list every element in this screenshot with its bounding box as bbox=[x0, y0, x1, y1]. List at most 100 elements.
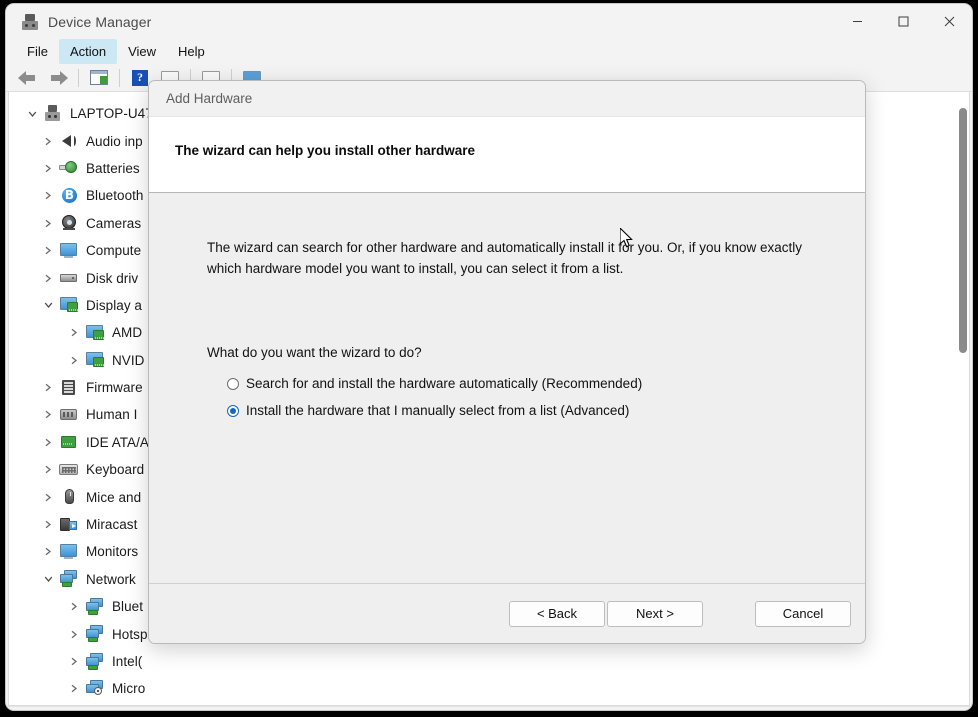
mouse-icon bbox=[59, 488, 79, 506]
monitor-icon bbox=[59, 242, 79, 260]
tree-node-label: Display a bbox=[86, 297, 142, 313]
tree-node-label: Bluet bbox=[112, 599, 144, 615]
dialog-footer: < Back Next > Cancel bbox=[149, 583, 865, 643]
disk-drive-icon bbox=[59, 269, 79, 287]
network-adapter-icon bbox=[85, 597, 105, 616]
add-hardware-dialog: Add Hardware The wizard can help you ins… bbox=[148, 80, 866, 644]
monitor-icon bbox=[59, 543, 79, 561]
toolbar-separator bbox=[78, 68, 79, 87]
tree-node-label: Miracast bbox=[86, 517, 138, 533]
radio-option-automatic[interactable]: Search for and install the hardware auto… bbox=[207, 376, 825, 391]
tree-node-label: Compute bbox=[86, 243, 142, 259]
dialog-body: The wizard can search for other hardware… bbox=[149, 193, 865, 583]
tree-node-label: LAPTOP-U47I bbox=[70, 106, 157, 122]
chevron-right-icon[interactable] bbox=[37, 274, 59, 283]
battery-icon bbox=[59, 159, 79, 177]
tree-node-label: AMD bbox=[112, 325, 143, 341]
dialog-question: What do you want the wizard to do? bbox=[207, 345, 422, 360]
menu-help[interactable]: Help bbox=[167, 39, 216, 64]
tree-node[interactable]: Micro bbox=[9, 675, 939, 702]
chevron-right-icon[interactable] bbox=[37, 219, 59, 228]
tree-node-label: Human I bbox=[86, 407, 138, 423]
chevron-right-icon[interactable] bbox=[37, 547, 59, 556]
tree-node[interactable]: Intel( bbox=[9, 648, 939, 675]
chevron-down-icon[interactable] bbox=[21, 110, 43, 118]
network-adapter-icon bbox=[85, 652, 105, 671]
minimize-button[interactable] bbox=[834, 4, 880, 39]
chevron-right-icon[interactable] bbox=[37, 438, 59, 447]
chevron-right-icon[interactable] bbox=[63, 602, 85, 611]
cancel-button[interactable]: Cancel bbox=[755, 600, 851, 627]
next-button[interactable]: Next > bbox=[607, 600, 703, 627]
forward-button[interactable] bbox=[44, 66, 72, 90]
tree-node-label: Micro bbox=[112, 681, 146, 697]
radio-button-unchecked-icon[interactable] bbox=[227, 377, 239, 390]
scrollbar-thumb[interactable] bbox=[959, 108, 967, 353]
bluetooth-icon: B bbox=[59, 187, 79, 205]
tree-node-label: Batteries bbox=[86, 160, 140, 176]
display-adapter-icon bbox=[85, 324, 105, 342]
radio-option-automatic-label: Search for and install the hardware auto… bbox=[246, 376, 643, 391]
maximize-button[interactable] bbox=[880, 4, 926, 39]
chevron-down-icon[interactable] bbox=[37, 575, 59, 583]
computer-root-icon bbox=[43, 104, 63, 123]
dialog-heading: The wizard can help you install other ha… bbox=[175, 143, 476, 158]
tree-node-label: Monitors bbox=[86, 544, 139, 560]
ide-controller-icon bbox=[59, 433, 79, 451]
tree-node-label: Bluetooth bbox=[86, 188, 144, 204]
dialog-paragraph: The wizard can search for other hardware… bbox=[207, 240, 803, 276]
speaker-icon bbox=[59, 132, 79, 150]
device-manager-icon bbox=[22, 13, 38, 30]
radio-option-manual[interactable]: Install the hardware that I manually sel… bbox=[207, 403, 825, 418]
chevron-right-icon[interactable] bbox=[37, 410, 59, 419]
window-controls bbox=[834, 4, 972, 39]
tree-node-label: Intel( bbox=[112, 654, 143, 669]
window-title: Device Manager bbox=[48, 13, 152, 30]
properties-button[interactable] bbox=[85, 66, 113, 90]
chevron-right-icon[interactable] bbox=[37, 493, 59, 502]
dialog-title: Add Hardware bbox=[166, 91, 253, 106]
tree-node-label: Network bbox=[86, 571, 136, 587]
screen: Device Manager File Action View Help ? L… bbox=[0, 0, 978, 717]
statusbar bbox=[6, 706, 972, 710]
tree-node-label: NVID bbox=[112, 352, 145, 368]
tree-node-label: Disk driv bbox=[86, 270, 139, 286]
back-button[interactable]: < Back bbox=[509, 600, 605, 627]
network-adapter-icon bbox=[85, 625, 105, 643]
firmware-chip-icon bbox=[59, 379, 79, 397]
menu-action[interactable]: Action bbox=[58, 39, 118, 64]
display-adapter-icon bbox=[85, 351, 105, 369]
chevron-right-icon[interactable] bbox=[63, 630, 85, 639]
chevron-right-icon[interactable] bbox=[63, 684, 85, 693]
vertical-scrollbar[interactable] bbox=[958, 104, 968, 679]
chevron-right-icon[interactable] bbox=[37, 191, 59, 200]
chevron-down-icon[interactable] bbox=[37, 301, 59, 309]
chevron-right-icon[interactable] bbox=[37, 383, 59, 392]
chevron-right-icon[interactable] bbox=[37, 465, 59, 474]
camera-icon bbox=[59, 214, 79, 232]
chevron-right-icon[interactable] bbox=[37, 520, 59, 529]
window-titlebar: Device Manager bbox=[6, 4, 972, 39]
dialog-titlebar: Add Hardware bbox=[149, 81, 865, 117]
chevron-right-icon[interactable] bbox=[37, 164, 59, 173]
chevron-right-icon[interactable] bbox=[63, 356, 85, 365]
tree-node-label: IDE ATA/A bbox=[86, 434, 149, 450]
tree-node-label: Firmware bbox=[86, 380, 143, 396]
menu-file[interactable]: File bbox=[16, 39, 59, 64]
radio-option-manual-label: Install the hardware that I manually sel… bbox=[246, 403, 630, 418]
tree-node[interactable]: Micro bbox=[9, 703, 939, 705]
keyboard-icon bbox=[59, 461, 79, 479]
tree-node-label: Mice and bbox=[86, 489, 142, 505]
chevron-right-icon[interactable] bbox=[63, 657, 85, 666]
tree-node-label: Hotsp bbox=[112, 626, 148, 642]
radio-button-checked-icon[interactable] bbox=[227, 404, 239, 417]
close-button[interactable] bbox=[926, 4, 972, 39]
back-button[interactable] bbox=[14, 66, 42, 90]
chevron-right-icon[interactable] bbox=[63, 328, 85, 337]
chevron-right-icon[interactable] bbox=[37, 246, 59, 255]
toolbar-separator bbox=[119, 68, 120, 87]
menu-view[interactable]: View bbox=[117, 39, 167, 64]
network-adapter-icon bbox=[59, 570, 79, 588]
chevron-right-icon[interactable] bbox=[37, 137, 59, 146]
dialog-header: The wizard can help you install other ha… bbox=[149, 117, 865, 193]
